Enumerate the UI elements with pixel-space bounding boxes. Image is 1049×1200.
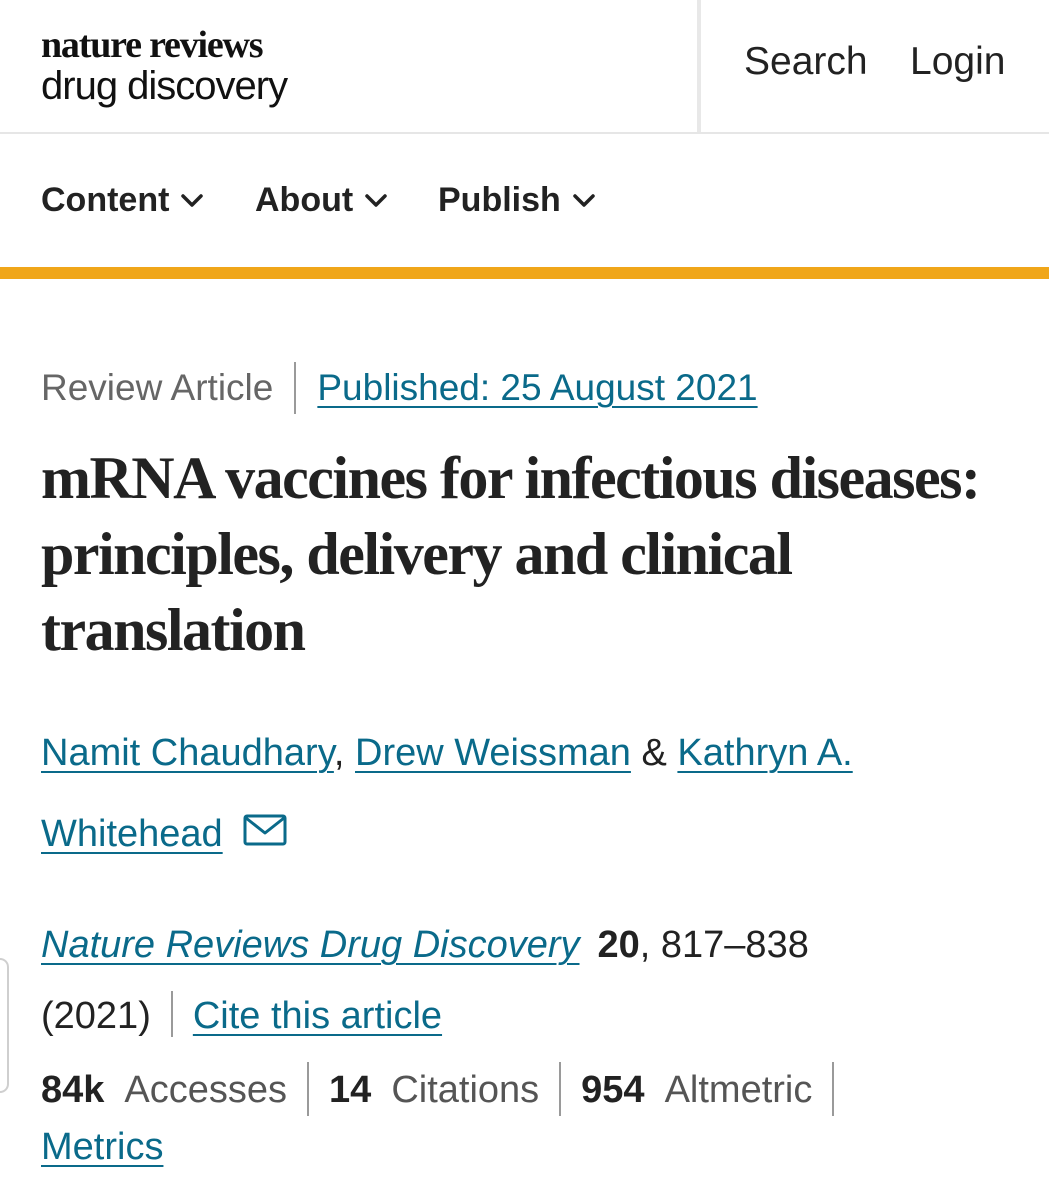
article-metrics: 84k Accesses 14 Citations 954 Altmetric Metri… — [41, 1061, 1021, 1175]
accent-bar — [0, 267, 1049, 279]
citations-label: Citations — [391, 1069, 540, 1111]
mail-icon[interactable] — [243, 814, 287, 846]
journal-link[interactable]: Nature Reviews Drug Discovery — [41, 924, 580, 966]
nav-item-label: About — [255, 181, 354, 219]
citation-divider — [170, 990, 173, 1037]
article-type: Review Article — [41, 367, 274, 408]
logo-line-2: drug discovery — [41, 64, 288, 108]
article-page: nature reviews drug discovery Search Log… — [0, 0, 1049, 1200]
metrics-divider — [307, 1061, 310, 1116]
published-date-link[interactable]: Published: 25 August 2021 — [317, 367, 757, 409]
altmetric-count: 954 — [581, 1069, 645, 1111]
volume-number: 20 — [597, 924, 640, 966]
article-title: mRNA vaccines for infectious diseases: p… — [41, 445, 981, 663]
header-divider — [697, 0, 701, 132]
nav-item-about[interactable]: About — [255, 181, 387, 220]
nav-item-publish[interactable]: Publish — [438, 181, 595, 220]
chevron-down-icon — [573, 193, 595, 207]
accesses-label: Accesses — [124, 1069, 288, 1111]
metrics-divider — [559, 1061, 562, 1116]
login-link[interactable]: Login — [910, 40, 1005, 84]
author-link[interactable]: Namit Chaudhary — [41, 732, 334, 774]
chevron-down-icon — [181, 193, 204, 207]
scroll-edge-indicator — [0, 958, 9, 1093]
nav-item-label: Content — [41, 181, 170, 219]
search-link[interactable]: Search — [744, 40, 868, 84]
logo-line-1: nature reviews — [41, 24, 264, 66]
author-separator: , — [333, 732, 345, 774]
site-header: nature reviews drug discovery Search Log… — [0, 0, 1049, 134]
chevron-down-icon — [365, 193, 387, 207]
accesses-count: 84k — [41, 1069, 105, 1111]
page-range: , 817–838 — [639, 924, 809, 966]
nav-item-content[interactable]: Content — [41, 181, 204, 220]
journal-logo[interactable]: nature reviews drug discovery — [41, 24, 288, 108]
cite-article-link[interactable]: Cite this article — [193, 995, 442, 1037]
citation-info: Nature Reviews Drug Discovery 20, 817–838… — [41, 910, 1001, 1052]
nav-item-label: Publish — [438, 181, 561, 219]
author-link[interactable]: Drew Weissman — [355, 732, 631, 774]
altmetric-label: Altmetric — [664, 1069, 813, 1111]
meta-divider — [294, 362, 297, 414]
main-nav: Content About Publish — [0, 134, 1049, 268]
author-separator: & — [641, 732, 667, 774]
citations-count: 14 — [329, 1069, 372, 1111]
publication-year: (2021) — [41, 995, 151, 1037]
metrics-divider — [832, 1061, 835, 1116]
author-list: Namit Chaudhary, Drew Weissman & Kathryn… — [41, 713, 1001, 875]
metrics-link[interactable]: Metrics — [41, 1126, 163, 1168]
article-meta: Review Article Published: 25 August 2021 — [41, 362, 758, 414]
